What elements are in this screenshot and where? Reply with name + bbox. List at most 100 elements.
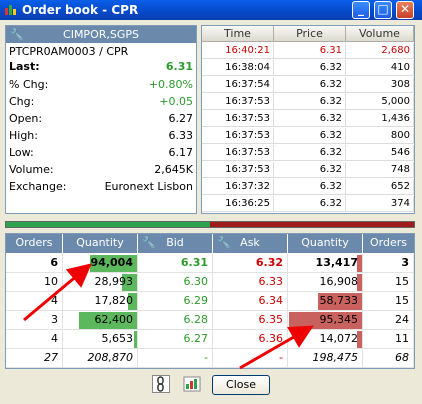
header-ask-label: Ask bbox=[240, 236, 260, 249]
close-button[interactable]: Close bbox=[212, 375, 270, 395]
order-book-table: Orders Quantity 🔧 Bid 🔧 Ask Quantity Ord… bbox=[5, 233, 415, 369]
trade-cell: 16:37:54 bbox=[202, 77, 274, 93]
info-row-value: +0.05 bbox=[159, 95, 193, 108]
header-bid[interactable]: 🔧 Bid bbox=[138, 234, 213, 253]
trade-cell: 6.32 bbox=[274, 179, 346, 195]
buy-balance-fill bbox=[6, 222, 210, 227]
trade-cell: 6.32 bbox=[274, 196, 346, 212]
info-row: Chg: +0.05 bbox=[9, 95, 193, 109]
trade-cell: 748 bbox=[346, 162, 414, 178]
trade-cell: 5,000 bbox=[346, 94, 414, 110]
info-row: Volume: 2,645K bbox=[9, 163, 193, 177]
bid-quantity-cell: 94,004 bbox=[63, 254, 138, 273]
maximize-button[interactable]: □ bbox=[374, 1, 392, 19]
ask-price-cell: 6.35 bbox=[213, 311, 288, 330]
trade-cell: 374 bbox=[346, 196, 414, 212]
ask-quantity-cell: 14,072 bbox=[288, 330, 363, 349]
trades-header-time[interactable]: Time bbox=[202, 26, 274, 42]
bid-price-cell: 6.28 bbox=[138, 311, 213, 330]
info-row: Open: 6.27 bbox=[9, 112, 193, 126]
trade-cell: 6.32 bbox=[274, 60, 346, 76]
bid-wrench-icon[interactable]: 🔧 bbox=[142, 234, 156, 252]
trade-cell: 6.32 bbox=[274, 145, 346, 161]
close-icon: ✕ bbox=[399, 2, 411, 16]
info-row: Exchange: Euronext Lisbon bbox=[9, 180, 193, 194]
info-row: High: 6.33 bbox=[9, 129, 193, 143]
bid-quantity-cell: 28,993 bbox=[63, 273, 138, 292]
header-ask[interactable]: 🔧 Ask bbox=[213, 234, 288, 253]
close-window-button[interactable]: ✕ bbox=[396, 1, 414, 19]
info-row-label: Exchange: bbox=[9, 180, 67, 193]
minimize-icon: _ bbox=[358, 2, 364, 16]
ask-price-cell: - bbox=[213, 349, 288, 368]
company-name: CIMPOR,SGPS bbox=[63, 28, 139, 41]
trade-cell: 800 bbox=[346, 128, 414, 144]
ask-price-cell: 6.34 bbox=[213, 292, 288, 311]
ask-orders-cell: 68 bbox=[363, 349, 414, 368]
ask-orders-cell: 24 bbox=[363, 311, 414, 330]
window-title: Order book - CPR bbox=[22, 3, 139, 17]
last-label: Last: bbox=[9, 60, 40, 73]
chart-toggle-icon[interactable] bbox=[183, 375, 201, 393]
info-row-label: Low: bbox=[9, 146, 34, 159]
trade-cell: 410 bbox=[346, 60, 414, 76]
minimize-button[interactable]: _ bbox=[352, 1, 370, 19]
quote-header: 🔧 CIMPOR,SGPS bbox=[6, 26, 196, 43]
header-bid-label: Bid bbox=[166, 236, 184, 249]
ask-orders-cell: 15 bbox=[363, 292, 414, 311]
info-row-label: % Chg: bbox=[9, 78, 49, 91]
trade-cell: 546 bbox=[346, 145, 414, 161]
info-row-value: 6.27 bbox=[168, 112, 194, 125]
ask-wrench-icon[interactable]: 🔧 bbox=[217, 234, 231, 252]
trade-cell: 16:37:53 bbox=[202, 162, 274, 178]
trades-header-volume[interactable]: Volume bbox=[346, 26, 414, 42]
header-bid-orders[interactable]: Orders bbox=[6, 234, 63, 253]
trade-cell: 16:37:53 bbox=[202, 111, 274, 127]
ask-price-cell: 6.32 bbox=[213, 254, 288, 273]
last-value: 6.31 bbox=[165, 60, 193, 73]
header-ask-orders[interactable]: Orders bbox=[363, 234, 414, 253]
trade-cell: 2,680 bbox=[346, 43, 414, 59]
maximize-icon: □ bbox=[377, 2, 389, 16]
trade-cell: 6.32 bbox=[274, 128, 346, 144]
trade-cell: 16:36:25 bbox=[202, 196, 274, 212]
link-icon[interactable] bbox=[152, 375, 170, 393]
trades-table: Time Price Volume 16:40:21 6.31 2,680 16:38… bbox=[201, 25, 415, 214]
trade-cell: 652 bbox=[346, 179, 414, 195]
info-row-label: Open: bbox=[9, 112, 43, 125]
trade-cell: 6.32 bbox=[274, 94, 346, 110]
ask-quantity-cell: 58,733 bbox=[288, 292, 363, 311]
info-row: % Chg: +0.80% bbox=[9, 78, 193, 92]
info-row-value: Euronext Lisbon bbox=[104, 180, 193, 193]
info-row-value: 6.33 bbox=[168, 129, 194, 142]
bid-orders-cell: 10 bbox=[6, 273, 63, 292]
bid-orders-cell: 3 bbox=[6, 311, 63, 330]
bid-price-cell: 6.30 bbox=[138, 273, 213, 292]
info-row-label: Volume: bbox=[9, 163, 54, 176]
trades-header-price[interactable]: Price bbox=[274, 26, 346, 42]
bid-price-cell: 6.29 bbox=[138, 292, 213, 311]
ask-price-cell: 6.33 bbox=[213, 273, 288, 292]
bid-quantity-cell: 5,653 bbox=[63, 330, 138, 349]
ask-orders-cell: 11 bbox=[363, 330, 414, 349]
trade-cell: 16:37:53 bbox=[202, 128, 274, 144]
ask-orders-cell: 15 bbox=[363, 273, 414, 292]
bid-quantity-cell: 62,400 bbox=[63, 311, 138, 330]
ask-orders-cell: 3 bbox=[363, 254, 414, 273]
trade-cell: 6.32 bbox=[274, 111, 346, 127]
trade-cell: 6.31 bbox=[274, 43, 346, 59]
bid-orders-cell: 4 bbox=[6, 330, 63, 349]
last-row: Last: 6.31 bbox=[9, 60, 193, 74]
info-row-value: 6.17 bbox=[168, 146, 194, 159]
ask-quantity-cell: 95,345 bbox=[288, 311, 363, 330]
info-row: Low: 6.17 bbox=[9, 146, 193, 160]
ask-price-cell: 6.36 bbox=[213, 330, 288, 349]
trade-cell: 16:37:53 bbox=[202, 145, 274, 161]
header-ask-quantity[interactable]: Quantity bbox=[288, 234, 363, 253]
bid-price-cell: 6.31 bbox=[138, 254, 213, 273]
trade-cell: 6.32 bbox=[274, 162, 346, 178]
bid-price-cell: 6.27 bbox=[138, 330, 213, 349]
bid-orders-cell: 6 bbox=[6, 254, 63, 273]
header-bid-quantity[interactable]: Quantity bbox=[63, 234, 138, 253]
info-row-value: 2,645K bbox=[154, 163, 193, 176]
